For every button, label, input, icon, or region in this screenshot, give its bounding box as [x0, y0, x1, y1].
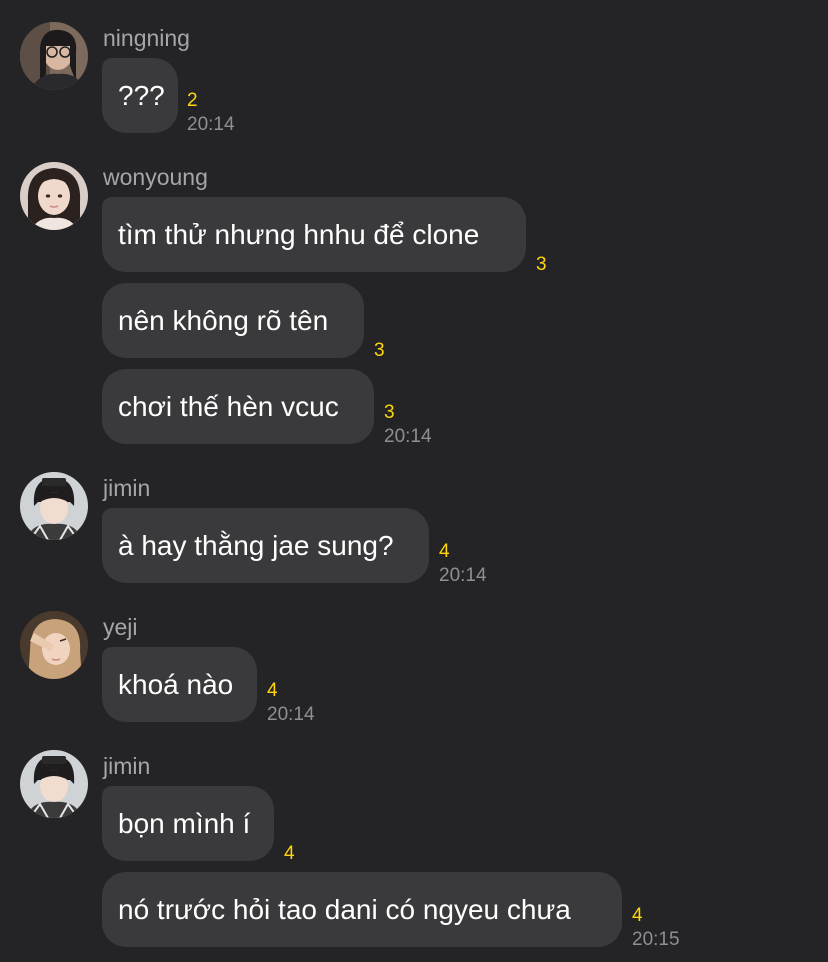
message-bubble[interactable]: ???: [102, 58, 178, 133]
unread-count: 3: [536, 254, 547, 275]
unread-count: 4: [284, 843, 295, 864]
unread-count: 4: [632, 905, 643, 926]
sender-name: ningning: [103, 25, 190, 51]
message-bubble[interactable]: nên không rõ tên: [102, 283, 364, 358]
message-bubble[interactable]: bọn mình í: [102, 786, 274, 861]
message-timestamp: 20:15: [632, 929, 680, 950]
avatar-yeji[interactable]: [20, 611, 88, 679]
avatar-jimin[interactable]: [20, 750, 88, 818]
message-timestamp: 20:14: [267, 704, 315, 725]
unread-count: 4: [267, 680, 278, 701]
message-bubble[interactable]: khoá nào: [102, 647, 257, 722]
message-bubble[interactable]: chơi thế hèn vcuc: [102, 369, 374, 444]
message-timestamp: 20:14: [439, 565, 487, 586]
message-timestamp: 20:14: [187, 114, 235, 135]
unread-count: 3: [374, 340, 385, 361]
message-bubble[interactable]: à hay thằng jae sung?: [102, 508, 429, 583]
sender-name: wonyoung: [103, 164, 208, 190]
message-timestamp: 20:14: [384, 426, 432, 447]
chat-message-list[interactable]: ningning ??? 2 20:14 wonyoung tìm thử nh…: [0, 0, 828, 962]
avatar-jimin[interactable]: [20, 472, 88, 540]
message-bubble[interactable]: tìm thử nhưng hnhu để clone: [102, 197, 526, 272]
avatar-ningning[interactable]: [20, 22, 88, 90]
sender-name: jimin: [103, 753, 151, 779]
unread-count: 4: [439, 541, 450, 562]
unread-count: 2: [187, 90, 198, 111]
sender-name: jimin: [103, 475, 151, 501]
avatar-wonyoung[interactable]: [20, 162, 88, 230]
unread-count: 3: [384, 402, 395, 423]
sender-name: yeji: [103, 614, 138, 640]
message-bubble[interactable]: nó trước hỏi tao dani có ngyeu chưa: [102, 872, 622, 947]
